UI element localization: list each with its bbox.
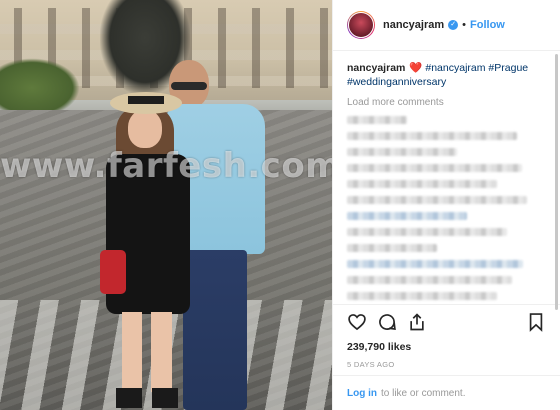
post-header: nancyajram ✓ • Follow <box>333 0 560 51</box>
comment-icon[interactable] <box>377 312 397 332</box>
heart-icon[interactable] <box>347 312 367 332</box>
verified-badge-icon: ✓ <box>448 20 459 30</box>
avatar-image <box>348 12 374 38</box>
post-side-panel: nancyajram ✓ • Follow nancyajram ❤️ #nanc… <box>332 0 560 410</box>
blurred-comment <box>347 260 523 268</box>
load-more-comments-link[interactable]: Load more comments <box>347 97 546 108</box>
blurred-comment <box>347 116 407 124</box>
login-link[interactable]: Log in <box>347 388 377 399</box>
post-timestamp: 5 DAYS AGO <box>347 360 395 369</box>
login-prompt-text: to like or comment. <box>381 387 466 399</box>
photo-woman-figure <box>100 92 195 410</box>
photo-tree <box>0 58 80 118</box>
blurred-comment <box>347 180 497 188</box>
blurred-comment <box>347 228 507 236</box>
instagram-post: www.farfesh.com nancyajram ✓ • Follow na… <box>0 0 560 410</box>
hashtag-link[interactable]: #Prague <box>488 62 528 74</box>
likes-number: 239,790 <box>347 341 385 353</box>
woman-red-bag <box>100 250 126 294</box>
blurred-comment <box>347 196 527 204</box>
woman-legs <box>122 312 172 392</box>
comments-area: nancyajram ❤️ #nancyajram #Prague #weddin… <box>333 51 560 304</box>
follow-button[interactable]: Follow <box>470 19 505 31</box>
hashtag-link[interactable]: #nancyajram <box>425 62 485 74</box>
woman-shoes <box>116 388 178 408</box>
share-icon[interactable] <box>407 312 427 332</box>
blurred-comment <box>347 292 497 300</box>
woman-face <box>128 110 162 148</box>
comments-scrollbar[interactable] <box>555 54 558 310</box>
blurred-comment <box>347 276 512 284</box>
blurred-comment <box>347 164 522 172</box>
photo-watermark: www.farfesh.com <box>0 146 332 186</box>
heart-emoji-icon: ❤️ <box>409 62 423 74</box>
blurred-comment <box>347 244 437 252</box>
blurred-comment <box>347 148 457 156</box>
woman-hatband <box>128 96 164 104</box>
post-photo[interactable]: www.farfesh.com <box>0 0 332 410</box>
action-bar <box>333 304 560 339</box>
bookmark-icon[interactable] <box>526 312 546 332</box>
header-separator: • <box>462 19 467 31</box>
blurred-comment <box>347 132 517 140</box>
blurred-comment <box>347 212 467 220</box>
likes-label: likes <box>387 341 412 353</box>
hashtag-link[interactable]: #weddinganniversary <box>347 76 446 88</box>
header-username[interactable]: nancyajram <box>383 19 444 31</box>
login-bar: Log in to like or comment. <box>333 375 560 410</box>
man-sunglasses <box>171 82 207 90</box>
post-caption: nancyajram ❤️ #nancyajram #Prague #weddin… <box>347 61 546 89</box>
likes-count[interactable]: 239,790 likes <box>333 339 560 355</box>
caption-username[interactable]: nancyajram <box>347 62 405 74</box>
avatar[interactable] <box>347 11 375 39</box>
